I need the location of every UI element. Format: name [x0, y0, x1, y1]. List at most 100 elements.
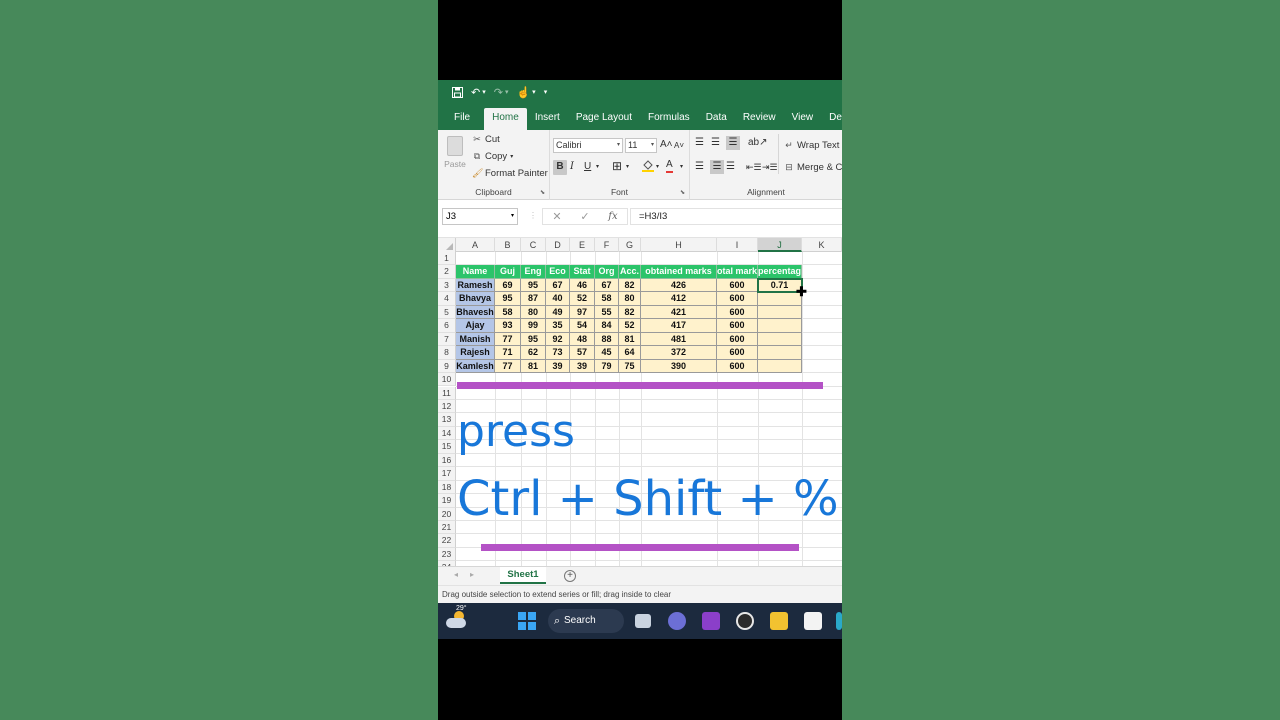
- align-top-icon[interactable]: ☰: [695, 136, 704, 150]
- data-cell[interactable]: 57: [570, 346, 595, 360]
- data-cell[interactable]: 82: [619, 278, 641, 293]
- underline-button[interactable]: U: [584, 160, 591, 174]
- windows-start-icon[interactable]: [518, 612, 536, 630]
- data-cell[interactable]: 58: [595, 292, 619, 306]
- column-header-d[interactable]: D: [546, 238, 570, 252]
- format-painter-button[interactable]: 🖌 Format Painter: [472, 168, 548, 179]
- data-cell[interactable]: [758, 359, 802, 374]
- column-header-j[interactable]: J: [758, 238, 802, 252]
- data-cell[interactable]: 412: [641, 292, 717, 306]
- name-cell[interactable]: Ramesh: [456, 278, 495, 293]
- column-header-e[interactable]: E: [570, 238, 595, 252]
- header-cell[interactable]: otal mark: [717, 265, 758, 279]
- data-cell[interactable]: 67: [546, 278, 570, 293]
- data-cell[interactable]: [758, 305, 802, 320]
- data-cell[interactable]: 80: [521, 305, 546, 320]
- app-icon-partial[interactable]: [836, 612, 842, 630]
- data-cell[interactable]: 88: [595, 332, 619, 347]
- data-cell[interactable]: 79: [595, 359, 619, 374]
- data-cell[interactable]: 80: [619, 292, 641, 306]
- align-middle-icon[interactable]: ☰: [711, 136, 720, 150]
- row-header-1[interactable]: 1: [438, 252, 456, 266]
- row-header-12[interactable]: 12: [438, 399, 456, 414]
- data-cell[interactable]: [758, 332, 802, 347]
- tab-data[interactable]: Data: [698, 108, 735, 130]
- dialog-launcher-icon[interactable]: ⬊: [680, 189, 685, 196]
- data-cell[interactable]: 52: [619, 319, 641, 333]
- data-cell[interactable]: 69: [495, 278, 521, 293]
- row-header-21[interactable]: 21: [438, 521, 456, 535]
- row-header-20[interactable]: 20: [438, 507, 456, 521]
- data-cell[interactable]: 95: [521, 332, 546, 347]
- data-cell[interactable]: 81: [521, 359, 546, 374]
- align-center-icon[interactable]: ☰: [710, 160, 724, 174]
- data-cell[interactable]: 600: [717, 305, 758, 320]
- grow-font-button[interactable]: A˄: [660, 138, 673, 152]
- data-cell[interactable]: 97: [570, 305, 595, 320]
- column-header-a[interactable]: A: [456, 238, 495, 252]
- data-cell[interactable]: 48: [570, 332, 595, 347]
- row-header-6[interactable]: 6: [438, 319, 456, 333]
- insert-function-icon[interactable]: fx: [608, 211, 617, 222]
- undo-icon[interactable]: ↶ ▾: [471, 86, 486, 99]
- tab-developer[interactable]: Develope: [821, 108, 842, 130]
- data-cell[interactable]: 77: [495, 332, 521, 347]
- row-header-16[interactable]: 16: [438, 453, 456, 468]
- data-cell[interactable]: 35: [546, 319, 570, 333]
- column-header-f[interactable]: F: [595, 238, 619, 252]
- header-cell[interactable]: Org: [595, 265, 619, 279]
- cancel-icon[interactable]: ✕: [552, 210, 561, 223]
- orientation-icon[interactable]: ab↗: [748, 136, 768, 150]
- column-header-i[interactable]: I: [717, 238, 758, 252]
- bold-button[interactable]: B: [553, 160, 567, 175]
- select-all-button[interactable]: [438, 238, 456, 252]
- data-cell[interactable]: 77: [495, 359, 521, 374]
- data-cell[interactable]: 54: [570, 319, 595, 333]
- tab-page-layout[interactable]: Page Layout: [568, 108, 640, 130]
- column-header-h[interactable]: H: [641, 238, 717, 252]
- column-header-g[interactable]: G: [619, 238, 641, 252]
- row-header-7[interactable]: 7: [438, 332, 456, 347]
- data-cell[interactable]: 49: [546, 305, 570, 320]
- header-cell[interactable]: Name: [456, 265, 495, 279]
- row-header-9[interactable]: 9: [438, 359, 456, 374]
- touch-mode-icon[interactable]: ☝ ▾: [516, 86, 535, 99]
- decrease-indent-icon[interactable]: ⇤☰: [746, 160, 762, 174]
- row-header-3[interactable]: 3: [438, 278, 456, 293]
- spreadsheet-grid[interactable]: ABCDEFGHIJK 1 2 3 4 5 6 7 8 9 10 11 12 13 14 15 16 17 18 1…: [438, 238, 842, 566]
- microsoft-store-icon[interactable]: [804, 612, 822, 630]
- enter-icon[interactable]: ✓: [580, 210, 589, 223]
- row-header-22[interactable]: 22: [438, 534, 456, 548]
- clipchamp-icon[interactable]: [702, 612, 720, 630]
- chevron-down-icon[interactable]: ▾: [626, 160, 629, 174]
- data-cell[interactable]: 426: [641, 278, 717, 293]
- data-cell[interactable]: 62: [521, 346, 546, 360]
- media-player-icon[interactable]: [736, 612, 754, 630]
- name-cell[interactable]: Bhavya: [456, 292, 495, 306]
- data-cell[interactable]: 71: [495, 346, 521, 360]
- chevron-right-icon[interactable]: ▸: [470, 570, 474, 579]
- row-header-14[interactable]: 14: [438, 426, 456, 441]
- data-cell[interactable]: 55: [595, 305, 619, 320]
- data-cell[interactable]: 58: [495, 305, 521, 320]
- data-cell[interactable]: 600: [717, 278, 758, 293]
- data-cell[interactable]: 95: [495, 292, 521, 306]
- font-size-select[interactable]: 11 ▾: [625, 138, 657, 153]
- data-cell[interactable]: 87: [521, 292, 546, 306]
- name-cell[interactable]: Rajesh: [456, 346, 495, 360]
- header-cell[interactable]: Stat: [570, 265, 595, 279]
- data-cell[interactable]: 95: [521, 278, 546, 293]
- name-box[interactable]: J3 ▾: [442, 208, 518, 225]
- data-cell[interactable]: 73: [546, 346, 570, 360]
- header-cell[interactable]: Acc.: [619, 265, 641, 279]
- add-sheet-icon[interactable]: +: [564, 570, 576, 582]
- data-cell[interactable]: 600: [717, 292, 758, 306]
- data-cell[interactable]: 92: [546, 332, 570, 347]
- data-cell[interactable]: 372: [641, 346, 717, 360]
- save-icon[interactable]: [452, 86, 463, 98]
- data-cell[interactable]: 46: [570, 278, 595, 293]
- data-cell[interactable]: 75: [619, 359, 641, 374]
- tab-insert[interactable]: Insert: [527, 108, 568, 130]
- data-cell[interactable]: 40: [546, 292, 570, 306]
- name-cell[interactable]: Bhavesh: [456, 305, 495, 320]
